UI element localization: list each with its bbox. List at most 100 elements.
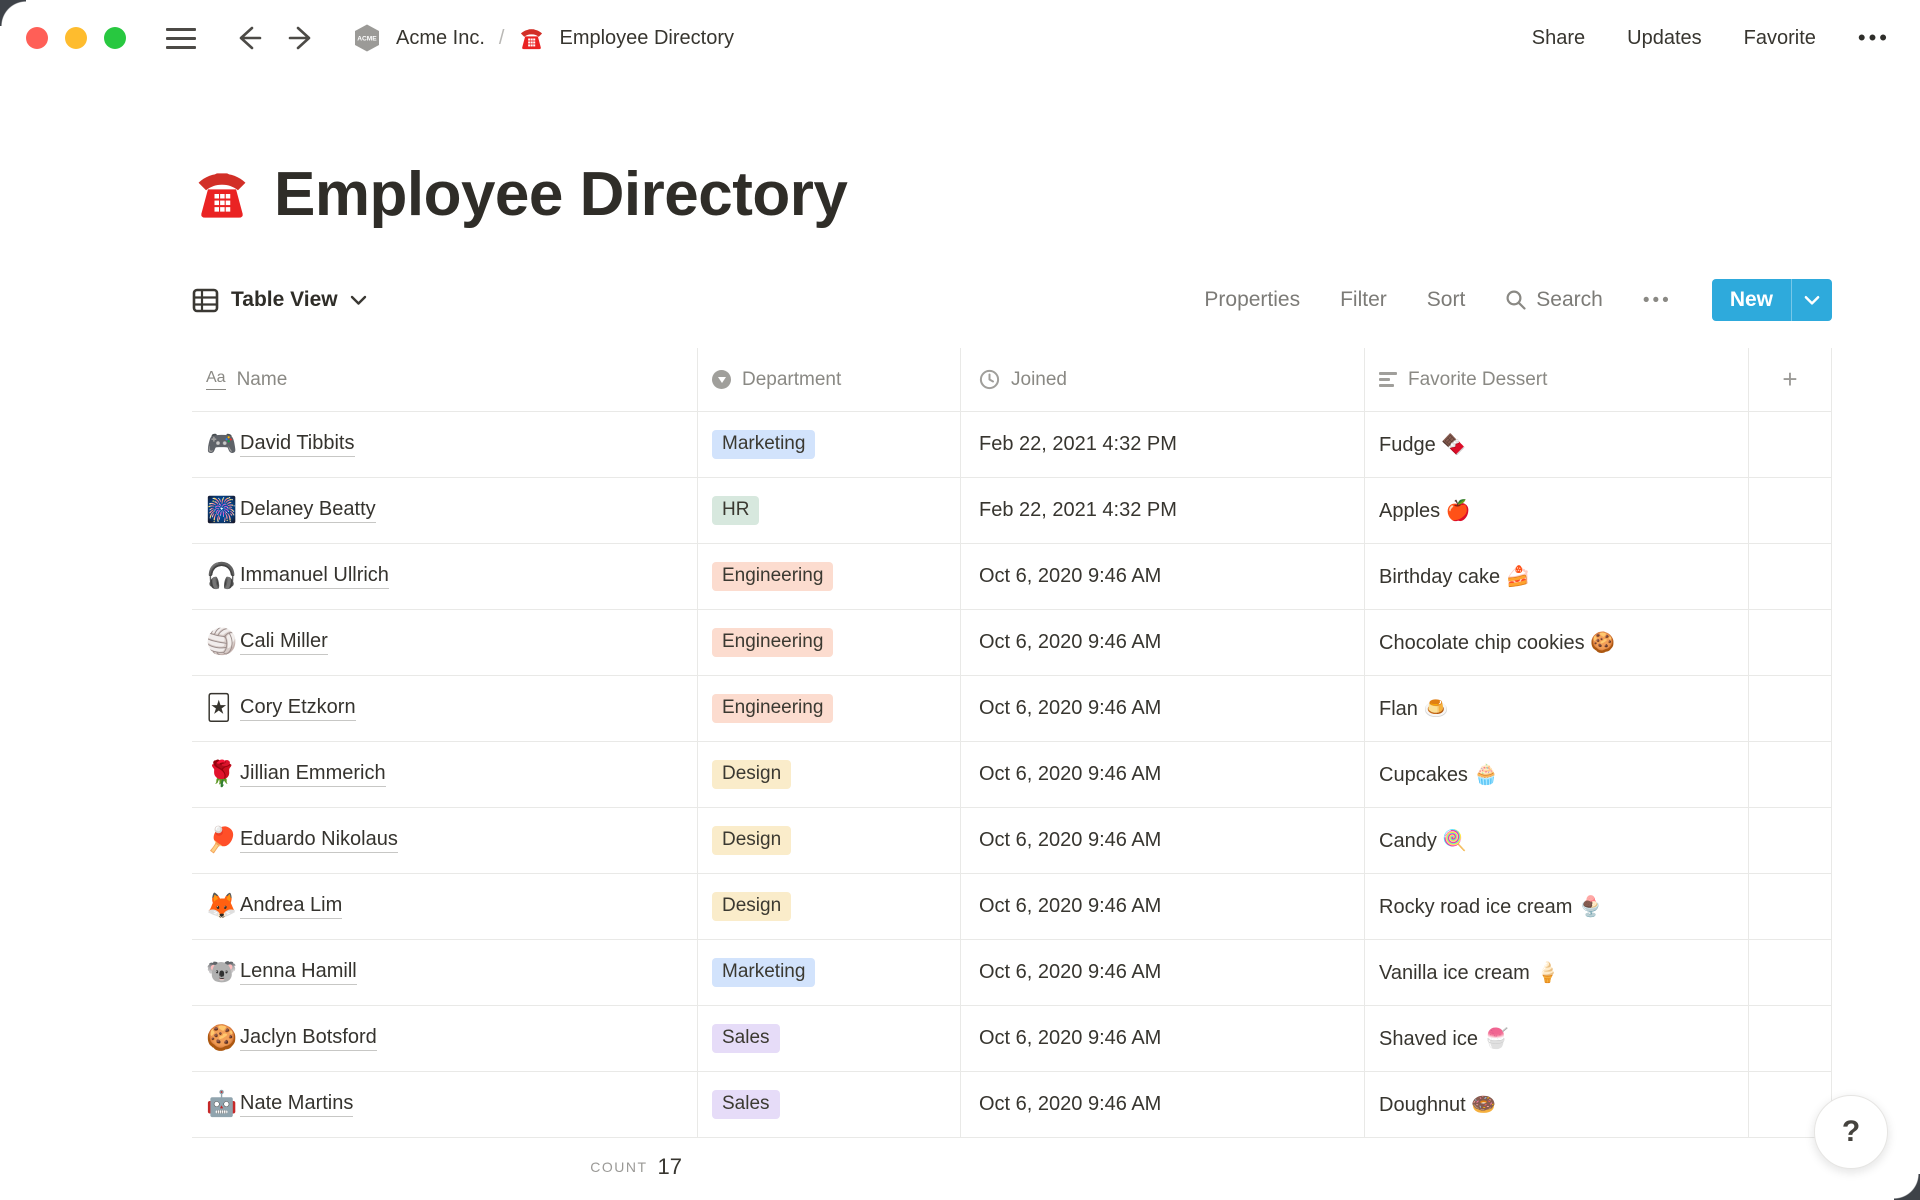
zoom-button[interactable] — [104, 27, 126, 49]
favorite-button[interactable]: Favorite — [1744, 27, 1816, 50]
search-button[interactable]: Search — [1505, 288, 1603, 312]
column-header-department[interactable]: Department — [698, 348, 961, 411]
share-button[interactable]: Share — [1532, 27, 1585, 50]
joined-cell[interactable]: Oct 6, 2020 9:46 AM — [961, 544, 1365, 609]
employee-page-link[interactable]: Lenna Hamill — [240, 960, 357, 985]
row-spacer-cell — [1749, 676, 1832, 741]
game-controller-emoji: 🎮 — [206, 432, 240, 457]
column-header-name[interactable]: Aa Name — [192, 348, 698, 411]
breadcrumb-page[interactable]: Employee Directory — [559, 27, 734, 50]
employee-name-cell[interactable]: 🏐Cali Miller — [192, 610, 698, 675]
filter-button[interactable]: Filter — [1340, 288, 1387, 312]
joined-cell[interactable]: Oct 6, 2020 9:46 AM — [961, 1072, 1365, 1137]
dessert-cell[interactable]: Apples 🍎 — [1365, 478, 1749, 543]
rose-emoji: 🌹 — [206, 762, 240, 787]
joined-cell[interactable]: Oct 6, 2020 9:46 AM — [961, 742, 1365, 807]
employee-name-cell[interactable]: 🌹Jillian Emmerich — [192, 742, 698, 807]
employee-name-cell[interactable]: 🍪Jaclyn Botsford — [192, 1006, 698, 1071]
employee-page-link[interactable]: Andrea Lim — [240, 894, 342, 919]
more-options-icon[interactable]: ••• — [1858, 27, 1890, 49]
add-column-button[interactable]: + — [1749, 348, 1832, 411]
table-view-switcher[interactable]: Table View — [192, 288, 367, 313]
department-cell[interactable]: Design — [698, 808, 961, 873]
dessert-cell[interactable]: Chocolate chip cookies 🍪 — [1365, 610, 1749, 675]
sidebar-menu-icon[interactable] — [166, 28, 196, 49]
joined-cell[interactable]: Oct 6, 2020 9:46 AM — [961, 610, 1365, 675]
updates-button[interactable]: Updates — [1627, 27, 1702, 50]
row-spacer-cell — [1749, 1006, 1832, 1071]
chevron-down-icon — [350, 295, 367, 306]
department-cell[interactable]: HR — [698, 478, 961, 543]
employee-page-link[interactable]: Jaclyn Botsford — [240, 1026, 377, 1051]
employee-name-cell[interactable]: 🤖Nate Martins — [192, 1072, 698, 1137]
minimize-button[interactable] — [65, 27, 87, 49]
department-badge: Engineering — [712, 628, 833, 657]
robot-emoji: 🤖 — [206, 1092, 240, 1117]
dessert-cell[interactable]: Birthday cake 🍰 — [1365, 544, 1749, 609]
column-header-joined[interactable]: Joined — [961, 348, 1365, 411]
dessert-cell[interactable]: Fudge 🍫 — [1365, 412, 1749, 477]
new-button[interactable]: New — [1712, 279, 1791, 321]
dessert-cell[interactable]: Doughnut 🍩 — [1365, 1072, 1749, 1137]
employee-page-link[interactable]: Jillian Emmerich — [240, 762, 386, 787]
joined-cell[interactable]: Oct 6, 2020 9:46 AM — [961, 808, 1365, 873]
joined-cell[interactable]: Oct 6, 2020 9:46 AM — [961, 1006, 1365, 1071]
department-cell[interactable]: Sales — [698, 1006, 961, 1071]
dessert-cell[interactable]: Flan 🍮 — [1365, 676, 1749, 741]
employee-page-link[interactable]: Delaney Beatty — [240, 498, 376, 523]
department-cell[interactable]: Marketing — [698, 412, 961, 477]
joined-cell[interactable]: Feb 22, 2021 4:32 PM — [961, 412, 1365, 477]
department-cell[interactable]: Marketing — [698, 940, 961, 1005]
employee-name-cell[interactable]: 🎮David Tibbits — [192, 412, 698, 477]
department-cell[interactable]: Design — [698, 742, 961, 807]
employee-page-link[interactable]: Cali Miller — [240, 630, 328, 655]
department-badge: Sales — [712, 1090, 780, 1119]
department-cell[interactable]: Engineering — [698, 544, 961, 609]
employee-name-cell[interactable]: 🐨Lenna Hamill — [192, 940, 698, 1005]
joined-cell[interactable]: Oct 6, 2020 9:46 AM — [961, 940, 1365, 1005]
employee-page-link[interactable]: David Tibbits — [240, 432, 355, 457]
close-button[interactable] — [26, 27, 48, 49]
dessert-cell[interactable]: Vanilla ice cream 🍦 — [1365, 940, 1749, 1005]
view-options-icon[interactable]: ••• — [1643, 291, 1672, 310]
department-cell[interactable]: Engineering — [698, 610, 961, 675]
department-cell[interactable]: Sales — [698, 1072, 961, 1137]
table-header-row: Aa Name Department Joined Favorite Desse… — [192, 348, 1832, 412]
breadcrumb-workspace[interactable]: Acme Inc. — [396, 27, 485, 50]
table-calc-row[interactable]: COUNT 17 — [192, 1138, 698, 1196]
plus-icon: + — [1782, 364, 1797, 395]
employee-name-cell[interactable]: 🎆Delaney Beatty — [192, 478, 698, 543]
new-button-group: New — [1712, 279, 1832, 321]
dessert-cell[interactable]: Rocky road ice cream 🍨 — [1365, 874, 1749, 939]
employee-name-cell[interactable]: 🏓Eduardo Nikolaus — [192, 808, 698, 873]
workspace-logo-icon[interactable]: ACME — [352, 23, 382, 53]
properties-button[interactable]: Properties — [1204, 288, 1300, 312]
employee-name-cell[interactable]: 🎧Immanuel Ullrich — [192, 544, 698, 609]
dessert-cell[interactable]: Candy 🍭 — [1365, 808, 1749, 873]
dessert-cell[interactable]: Cupcakes 🧁 — [1365, 742, 1749, 807]
table-row: 🏓Eduardo Nikolaus Design Oct 6, 2020 9:46 … — [192, 808, 1832, 874]
dessert-cell[interactable]: Shaved ice 🍧 — [1365, 1006, 1749, 1071]
employee-page-link[interactable]: Immanuel Ullrich — [240, 564, 389, 589]
department-badge: Design — [712, 826, 791, 855]
row-spacer-cell — [1749, 544, 1832, 609]
joined-cell[interactable]: Oct 6, 2020 9:46 AM — [961, 874, 1365, 939]
column-header-favorite-dessert[interactable]: Favorite Dessert — [1365, 348, 1749, 411]
employee-name-cell[interactable]: 🃏Cory Etzkorn — [192, 676, 698, 741]
department-cell[interactable]: Engineering — [698, 676, 961, 741]
department-badge: HR — [712, 496, 759, 525]
employee-page-link[interactable]: Nate Martins — [240, 1092, 353, 1117]
joined-cell[interactable]: Feb 22, 2021 4:32 PM — [961, 478, 1365, 543]
employee-page-link[interactable]: Eduardo Nikolaus — [240, 828, 398, 853]
employee-page-link[interactable]: Cory Etzkorn — [240, 696, 356, 721]
new-dropdown-button[interactable] — [1792, 279, 1832, 321]
row-spacer-cell — [1749, 478, 1832, 543]
joined-cell[interactable]: Oct 6, 2020 9:46 AM — [961, 676, 1365, 741]
department-cell[interactable]: Design — [698, 874, 961, 939]
question-mark-icon: ? — [1842, 1115, 1860, 1149]
forward-arrow-icon[interactable] — [288, 25, 318, 51]
employee-name-cell[interactable]: 🦊Andrea Lim — [192, 874, 698, 939]
help-button[interactable]: ? — [1814, 1095, 1888, 1169]
back-arrow-icon[interactable] — [232, 25, 262, 51]
sort-button[interactable]: Sort — [1427, 288, 1466, 312]
